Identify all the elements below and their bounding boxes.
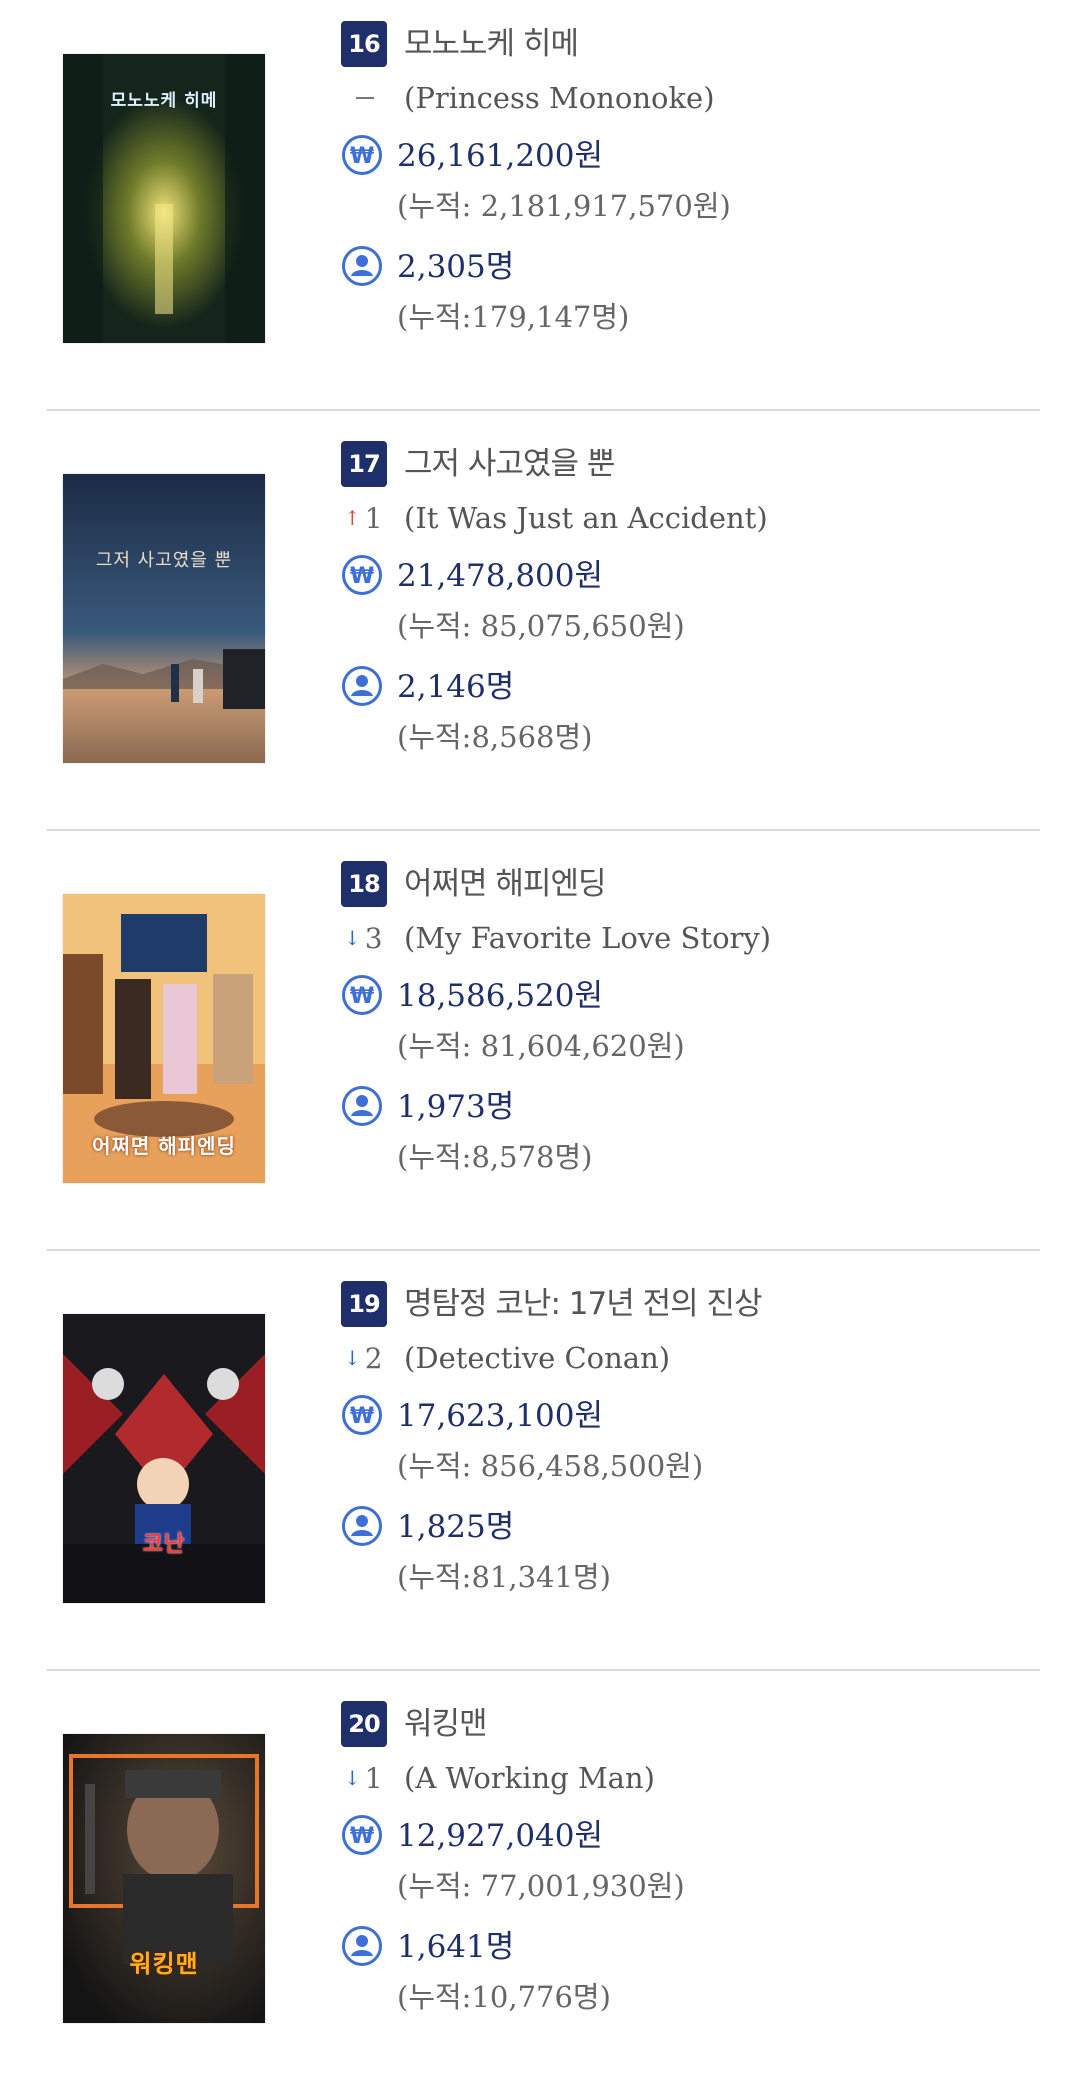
- movie-entry[interactable]: 코난 19 명탐정 코난: 17년 전의 진상 ↓ 2 (Detective Co…: [0, 1260, 1074, 1680]
- movie-title-english: (My Favorite Love Story): [404, 921, 772, 955]
- svg-text:₩: ₩: [350, 1824, 374, 1849]
- person-icon: [341, 245, 383, 287]
- movie-title-korean[interactable]: 워킹맨: [404, 1702, 488, 1746]
- movie-entry[interactable]: 모노노케 히메 16 모노노케 히메 (Princess Mononoke) ₩…: [0, 0, 1074, 420]
- svg-text:₩: ₩: [350, 564, 374, 589]
- daily-audience: 1,641명: [397, 1929, 515, 1965]
- rank-badge: 19: [341, 1281, 387, 1327]
- daily-sales: 17,623,100원: [397, 1398, 604, 1434]
- movie-entry[interactable]: 어쩌면 해피엔딩 18 어쩌면 해피엔딩 ↓ 3 (My Favorite Lov…: [0, 840, 1074, 1260]
- daily-sales: 26,161,200원: [397, 138, 604, 174]
- daily-audience: 1,825명: [397, 1509, 515, 1545]
- won-icon: ₩: [341, 554, 383, 596]
- movie-title-korean[interactable]: 명탐정 코난: 17년 전의 진상: [404, 1282, 763, 1326]
- won-icon: ₩: [341, 974, 383, 1016]
- cumulative-sales: (누적: 856,458,500원): [397, 1449, 704, 1483]
- cumulative-sales: (누적: 85,075,650원): [397, 609, 685, 643]
- poster-title: 그저 사고였을 뿐: [95, 550, 233, 571]
- daily-audience: 2,305명: [397, 249, 515, 285]
- rank-change: ↓ 3: [344, 916, 383, 960]
- movie-poster[interactable]: 그저 사고였을 뿐: [63, 474, 265, 763]
- divider: [47, 1669, 1040, 1671]
- svg-text:₩: ₩: [350, 144, 374, 169]
- svg-text:₩: ₩: [350, 984, 374, 1009]
- person-icon: [341, 1505, 383, 1547]
- rank-change: [344, 76, 374, 120]
- movie-title-english: (Princess Mononoke): [404, 81, 715, 115]
- rank-change-amount: 2: [364, 1342, 383, 1375]
- movie-entry[interactable]: 워킹맨 20 워킹맨 ↓ 1 (A Working Man) ₩ 12,927,0…: [0, 1680, 1074, 2100]
- movie-title-english: (A Working Man): [404, 1761, 655, 1795]
- poster-title: 코난: [142, 1532, 186, 1557]
- poster-title: 워킹맨: [129, 1950, 199, 1978]
- movie-title-korean[interactable]: 어쩌면 해피엔딩: [404, 862, 606, 906]
- movie-poster[interactable]: 워킹맨: [63, 1734, 265, 2023]
- movie-poster[interactable]: 모노노케 히메: [63, 54, 265, 343]
- cumulative-audience: (누적:10,776명): [397, 1980, 611, 2014]
- cumulative-audience: (누적:8,568명): [397, 720, 593, 754]
- divider: [47, 409, 1040, 411]
- arrow-up-icon: ↑: [344, 506, 361, 530]
- movie-poster[interactable]: 코난: [63, 1314, 265, 1603]
- rank-change: ↓ 2: [344, 1336, 383, 1380]
- arrow-down-icon: ↓: [344, 926, 361, 950]
- won-icon: ₩: [341, 1394, 383, 1436]
- rank-badge: 16: [341, 21, 387, 67]
- poster-title: 모노노케 히메: [110, 91, 218, 111]
- person-icon: [341, 1925, 383, 1967]
- won-icon: ₩: [341, 134, 383, 176]
- cumulative-audience: (누적:81,341명): [397, 1560, 611, 1594]
- rank-change: ↓ 1: [344, 1756, 383, 1800]
- rank-change-amount: 3: [364, 922, 383, 955]
- box-office-list: 모노노케 히메 16 모노노케 히메 (Princess Mononoke) ₩…: [0, 0, 1074, 2077]
- arrow-down-icon: ↓: [344, 1346, 361, 1370]
- daily-audience: 1,973명: [397, 1089, 515, 1125]
- cumulative-audience: (누적:8,578명): [397, 1140, 593, 1174]
- svg-text:₩: ₩: [350, 1404, 374, 1429]
- rank-badge: 20: [341, 1701, 387, 1747]
- cumulative-sales: (누적: 77,001,930원): [397, 1869, 685, 1903]
- rank-change-amount: 1: [364, 1762, 383, 1795]
- movie-title-english: (Detective Conan): [404, 1341, 671, 1375]
- cumulative-sales: (누적: 2,181,917,570원): [397, 189, 731, 223]
- movie-title-english: (It Was Just an Accident): [404, 501, 768, 535]
- arrow-down-icon: ↓: [344, 1766, 361, 1790]
- movie-poster[interactable]: 어쩌면 해피엔딩: [63, 894, 265, 1183]
- won-icon: ₩: [341, 1814, 383, 1856]
- movie-entry[interactable]: 그저 사고였을 뿐 17 그저 사고였을 뿐 ↑ 1 (It Was Just a…: [0, 420, 1074, 840]
- cumulative-audience: (누적:179,147명): [397, 300, 630, 334]
- divider: [47, 829, 1040, 831]
- daily-sales: 12,927,040원: [397, 1818, 604, 1854]
- no-change-dash-icon: [356, 97, 374, 99]
- movie-title-korean[interactable]: 모노노케 히메: [404, 22, 579, 66]
- cumulative-sales: (누적: 81,604,620원): [397, 1029, 685, 1063]
- rank-badge: 18: [341, 861, 387, 907]
- divider: [47, 1249, 1040, 1251]
- rank-change: ↑ 1: [344, 496, 383, 540]
- person-icon: [341, 665, 383, 707]
- poster-title: 어쩌면 해피엔딩: [92, 1134, 236, 1158]
- rank-badge: 17: [341, 441, 387, 487]
- daily-sales: 18,586,520원: [397, 978, 604, 1014]
- rank-change-amount: 1: [364, 502, 383, 535]
- daily-audience: 2,146명: [397, 669, 515, 705]
- movie-title-korean[interactable]: 그저 사고였을 뿐: [404, 442, 615, 486]
- daily-sales: 21,478,800원: [397, 558, 604, 594]
- person-icon: [341, 1085, 383, 1127]
